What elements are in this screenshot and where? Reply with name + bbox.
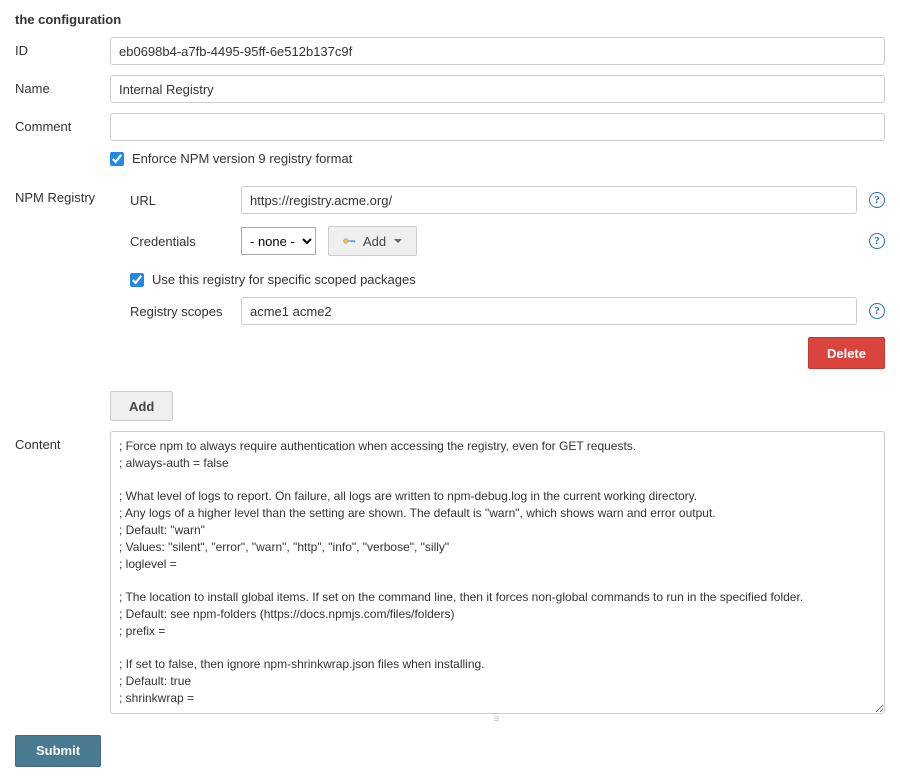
credentials-label: Credentials — [130, 234, 235, 249]
scoped-label: Use this registry for specific scoped pa… — [152, 272, 416, 287]
scoped-checkbox[interactable] — [130, 273, 144, 287]
comment-input[interactable] — [110, 113, 885, 141]
add-credentials-label: Add — [363, 234, 386, 249]
npm-registry-label: NPM Registry — [15, 186, 110, 205]
add-registry-button[interactable]: Add — [110, 391, 173, 421]
scopes-input[interactable] — [241, 297, 857, 325]
name-label: Name — [15, 75, 110, 96]
enforce-npm-v9-checkbox[interactable] — [110, 152, 124, 166]
credentials-select[interactable]: - none - — [241, 227, 316, 255]
delete-button[interactable]: Delete — [808, 337, 885, 369]
resize-grip-icon[interactable]: ≡ — [110, 714, 885, 725]
enforce-npm-v9-label: Enforce NPM version 9 registry format — [132, 151, 352, 166]
content-textarea[interactable] — [110, 431, 885, 714]
id-label: ID — [15, 37, 110, 58]
id-input[interactable] — [110, 37, 885, 65]
section-title: the configuration — [15, 12, 885, 27]
name-input[interactable] — [110, 75, 885, 103]
submit-button[interactable]: Submit — [15, 735, 101, 767]
scopes-label: Registry scopes — [130, 304, 235, 319]
help-icon[interactable]: ? — [869, 303, 885, 319]
chevron-down-icon — [394, 239, 402, 243]
content-label: Content — [15, 431, 110, 452]
help-icon[interactable]: ? — [869, 192, 885, 208]
url-label: URL — [130, 193, 235, 208]
help-icon[interactable]: ? — [869, 233, 885, 249]
url-input[interactable] — [241, 186, 857, 214]
key-icon — [343, 237, 357, 245]
add-credentials-button[interactable]: Add — [328, 226, 417, 256]
comment-label: Comment — [15, 113, 110, 134]
